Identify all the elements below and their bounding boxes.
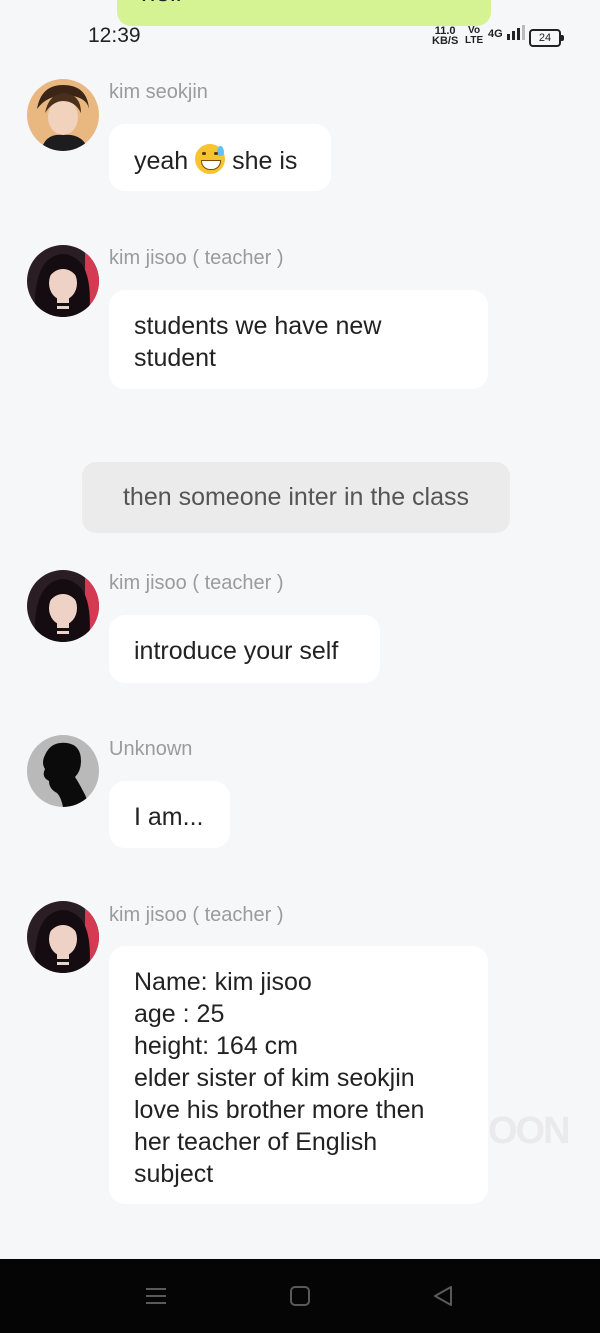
signal-bars-icon: [506, 25, 525, 40]
sender-name: kim seokjin: [109, 81, 208, 103]
message-line: age : 25: [134, 1000, 225, 1028]
volte-bottom: LTE: [465, 35, 484, 46]
avatar-kim-seokjin-image: [27, 79, 99, 151]
message-text: she is: [232, 147, 298, 175]
message-bubble[interactable]: introduce your self: [109, 615, 380, 683]
message-line: elder sister of kim seokjin: [134, 1064, 415, 1092]
battery-icon: 24: [529, 29, 564, 47]
silhouette-icon: [27, 735, 99, 807]
avatar-unknown[interactable]: [27, 735, 99, 807]
message-line: Name: kim jisoo: [134, 968, 312, 996]
grinning-sweat-emoji-icon: [195, 144, 226, 174]
message-bubble[interactable]: students we have new student: [109, 290, 488, 389]
network-speed-unit: KB/S: [432, 35, 459, 47]
narration-bubble: then someone inter in the class: [82, 462, 510, 533]
avatar-kim-seokjin[interactable]: [27, 79, 99, 151]
signal-type: 4G: [488, 28, 503, 40]
network-speed: 11.0 KB/S: [432, 26, 459, 47]
sender-name: kim jisoo ( teacher ): [109, 247, 284, 269]
message-line: her teacher of English: [134, 1128, 378, 1156]
avatar-kim-jisoo-image: [27, 245, 99, 317]
watermark: OON: [488, 1110, 571, 1152]
message-line: love his brother more then: [134, 1096, 425, 1124]
message-text: yeah: [134, 147, 189, 175]
menu-icon[interactable]: [145, 1285, 167, 1307]
message-text: introduce your self: [134, 637, 339, 665]
avatar-kim-jisoo[interactable]: [27, 570, 99, 642]
message-line: subject: [134, 1160, 214, 1188]
sender-name: kim jisoo ( teacher ): [109, 572, 284, 594]
volte-icon: Vo LTE: [465, 26, 483, 46]
message-bubble[interactable]: yeah she is: [109, 124, 331, 191]
message-bubble[interactable]: Name: kim jisoo age : 25 height: 164 cm …: [109, 946, 488, 1204]
message-text: I am...: [134, 803, 204, 831]
narration-text: then someone inter in the class: [122, 483, 470, 511]
message-text: students we have new student: [134, 312, 382, 372]
message-line: height: 164 cm: [134, 1032, 298, 1060]
message-bubble[interactable]: I am...: [109, 781, 230, 848]
sender-name: kim jisoo ( teacher ): [109, 904, 284, 926]
home-icon[interactable]: [289, 1285, 311, 1307]
status-bar: 12:39 11.0 KB/S Vo LTE 4G 24: [0, 0, 600, 70]
status-time: 12:39: [88, 24, 141, 47]
navigation-bar: [0, 1259, 600, 1333]
avatar-kim-jisoo[interactable]: [27, 901, 99, 973]
back-icon[interactable]: [432, 1285, 454, 1307]
avatar-kim-jisoo-image: [27, 570, 99, 642]
signal-icon: 4G: [488, 24, 526, 40]
avatar-kim-jisoo-image: [27, 901, 99, 973]
avatar-kim-jisoo[interactable]: [27, 245, 99, 317]
sender-name: Unknown: [109, 738, 193, 760]
